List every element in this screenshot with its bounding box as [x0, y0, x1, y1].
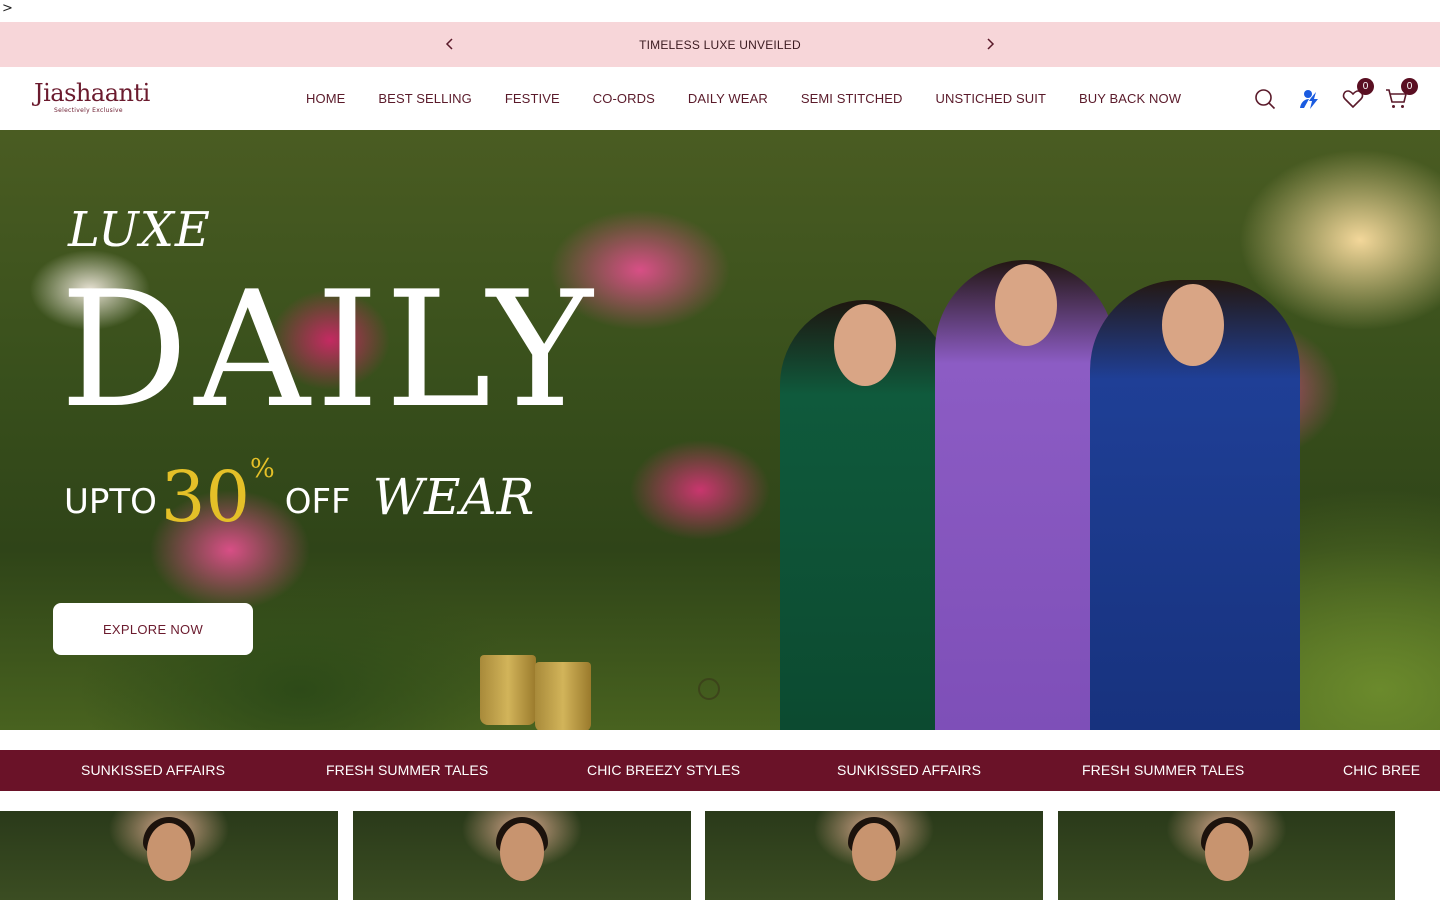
explore-now-button[interactable]: EXPLORE NOW — [53, 603, 253, 655]
product-card[interactable] — [705, 811, 1043, 900]
main-nav: HOME BEST SELLING FESTIVE CO-ORDS DAILY … — [306, 67, 1181, 130]
ticker-item[interactable]: SUNKISSED AFFAIRS — [81, 750, 225, 791]
model-purple-outfit — [935, 260, 1115, 730]
nav-item-co-ords[interactable]: CO-ORDS — [593, 91, 655, 106]
product-card[interactable] — [353, 811, 691, 900]
announcement-next-button[interactable] — [979, 33, 1001, 55]
ticker-item[interactable]: CHIC BREE — [1343, 750, 1420, 791]
wishlist-button[interactable]: 0 — [1340, 78, 1374, 112]
product-model-image — [500, 823, 544, 881]
product-model-image — [1204, 823, 1249, 881]
product-card[interactable] — [1058, 811, 1395, 900]
hero-offer-upto: UPTO — [64, 482, 157, 522]
chevron-left-icon — [445, 38, 453, 50]
site-header: Jiashaanti Selectively Exclusive HOME BE… — [0, 67, 1440, 130]
model-face — [1162, 284, 1224, 366]
brand-logo[interactable]: Jiashaanti Selectively Exclusive — [34, 79, 150, 119]
brand-tagline: Selectively Exclusive — [54, 107, 123, 114]
brand-name: Jiashaanti — [34, 79, 150, 107]
cart-button[interactable]: 0 — [1384, 78, 1418, 112]
product-model-image — [852, 823, 896, 881]
hero-models-image — [760, 200, 1320, 730]
hero-headline-wear: WEAR — [372, 468, 535, 526]
stray-character: > — [2, 1, 13, 16]
hero-offer-percent-sign: % — [250, 454, 275, 484]
header-icons: 0 0 — [1252, 78, 1418, 113]
nav-item-unstiched-suit[interactable]: UNSTICHED SUIT — [936, 91, 1046, 106]
nav-item-semi-stitched[interactable]: SEMI STITCHED — [801, 91, 903, 106]
ticker-item[interactable]: FRESH SUMMER TALES — [1082, 750, 1244, 791]
nav-item-festive[interactable]: FESTIVE — [505, 91, 560, 106]
nav-item-home[interactable]: HOME — [306, 91, 345, 106]
ticker-item[interactable]: FRESH SUMMER TALES — [326, 750, 488, 791]
account-button[interactable] — [1296, 86, 1322, 112]
hero-offer: UPTO 30 % OFF WEAR — [64, 452, 534, 532]
product-grid — [0, 811, 1440, 900]
user-icon — [1300, 90, 1318, 109]
chevron-right-icon — [987, 38, 995, 50]
hero-headline-luxe: LUXE — [68, 202, 211, 258]
nav-item-best-selling[interactable]: BEST SELLING — [378, 91, 471, 106]
hero-banner[interactable]: LUXE DAILY UPTO 30 % OFF WEAR EXPLORE NO… — [0, 130, 1440, 730]
announcement-message: TIMELESS LUXE UNVEILED — [639, 37, 801, 52]
nav-item-daily-wear[interactable]: DAILY WEAR — [688, 91, 768, 106]
brass-pot — [535, 662, 591, 730]
cart-count-badge: 0 — [1401, 78, 1418, 95]
slide-indicator-icon[interactable] — [698, 678, 720, 700]
product-card[interactable] — [0, 811, 338, 900]
hero-headline-daily: DAILY — [60, 256, 599, 443]
ticker-item[interactable]: SUNKISSED AFFAIRS — [837, 750, 981, 791]
collection-ticker: SUNKISSED AFFAIRS FRESH SUMMER TALES CHI… — [0, 750, 1440, 791]
announcement-prev-button[interactable] — [439, 33, 461, 55]
wishlist-count-badge: 0 — [1357, 78, 1374, 95]
model-face — [834, 304, 896, 386]
model-face — [995, 264, 1057, 346]
product-model-image — [147, 823, 191, 881]
nav-item-buy-back-now[interactable]: BUY BACK NOW — [1079, 91, 1181, 106]
brass-pot — [480, 655, 536, 725]
hero-offer-percent: 30 — [160, 456, 250, 538]
hero-offer-off: OFF — [284, 482, 351, 522]
model-green-outfit — [780, 300, 950, 730]
search-icon — [1255, 89, 1276, 110]
model-blue-outfit — [1090, 280, 1300, 730]
announcement-bar: TIMELESS LUXE UNVEILED — [0, 22, 1440, 67]
search-button[interactable] — [1252, 86, 1278, 112]
ticker-item[interactable]: CHIC BREEZY STYLES — [587, 750, 740, 791]
